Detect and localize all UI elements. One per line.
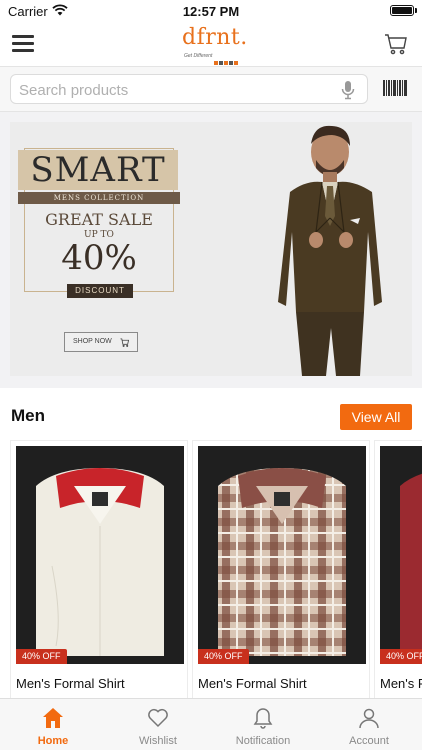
- tab-notification[interactable]: Notification: [221, 699, 305, 750]
- battery-icon: [390, 5, 414, 16]
- tab-label: Notification: [235, 735, 291, 747]
- product-card[interactable]: 40% OFF Men's Formal Shirt: [374, 440, 422, 698]
- heart-icon: [147, 707, 169, 729]
- cart-icon-small: [120, 337, 130, 355]
- tab-label: Home: [37, 735, 69, 747]
- status-bar: Carrier 12:57 PM: [0, 0, 422, 22]
- product-image: [198, 446, 366, 664]
- shop-now-button[interactable]: SHOP NOW: [64, 332, 138, 352]
- microphone-icon[interactable]: [341, 80, 355, 100]
- product-name: Men's Formal Shirt: [16, 676, 125, 691]
- tab-home[interactable]: Home: [11, 699, 95, 750]
- product-carousel[interactable]: 40% OFF Men's Formal Shirt 40% OFF Men's…: [10, 440, 422, 698]
- promo-banner[interactable]: SMART MENS COLLECTION GREAT SALE UP TO 4…: [10, 122, 412, 376]
- cart-icon[interactable]: [384, 32, 408, 56]
- search-input[interactable]: [19, 79, 329, 101]
- tab-account[interactable]: Account: [327, 699, 411, 750]
- product-name: Men's Formal Shirt: [198, 676, 307, 691]
- tab-label: Account: [349, 735, 389, 747]
- tab-wishlist[interactable]: Wishlist: [116, 699, 200, 750]
- product-name: Men's Formal Shirt: [380, 676, 422, 691]
- banner-percent: 40%: [61, 238, 137, 278]
- logo-tagline: Get Different: [184, 53, 213, 59]
- product-image: [16, 446, 184, 664]
- battery-tip: [415, 8, 417, 13]
- logo-wordmark: dfrnt.: [182, 25, 248, 50]
- model-image: [256, 122, 406, 376]
- home-icon: [42, 707, 64, 729]
- search-box: [10, 74, 368, 104]
- product-card[interactable]: 40% OFF Men's Formal Shirt: [192, 440, 370, 698]
- search-bar: [0, 66, 422, 112]
- banner-discount-label: DISCOUNT: [67, 284, 133, 298]
- menu-icon[interactable]: [12, 35, 34, 53]
- discount-badge: 40% OFF: [16, 649, 67, 664]
- banner-subline: MENS COLLECTION: [18, 192, 180, 204]
- discount-badge: 40% OFF: [198, 649, 249, 664]
- banner-sale-text: GREAT SALE: [45, 210, 153, 229]
- clock-label: 12:57 PM: [182, 4, 240, 19]
- banner-headline: SMART: [18, 150, 178, 190]
- barcode-scanner-icon[interactable]: [382, 79, 408, 99]
- discount-badge: 40% OFF: [380, 649, 422, 664]
- bell-icon: [252, 707, 274, 729]
- men-section: Men View All 40% OFF Men's Formal Shirt …: [0, 388, 422, 698]
- user-icon: [358, 707, 380, 729]
- tab-label: Wishlist: [139, 735, 177, 747]
- section-title: Men: [11, 406, 45, 425]
- product-image: [380, 446, 422, 664]
- app-screen: Carrier 12:57 PM dfrnt. Get Different Se…: [0, 0, 422, 750]
- shop-now-label: SHOP NOW: [73, 338, 112, 345]
- app-header: dfrnt. Get Different: [0, 22, 422, 66]
- view-all-button[interactable]: View All: [340, 404, 412, 430]
- bottom-tab-bar: Home Wishlist Notification Account: [0, 698, 422, 750]
- brand-logo[interactable]: dfrnt. Get Different: [182, 25, 248, 65]
- product-card[interactable]: 40% OFF Men's Formal Shirt: [10, 440, 188, 698]
